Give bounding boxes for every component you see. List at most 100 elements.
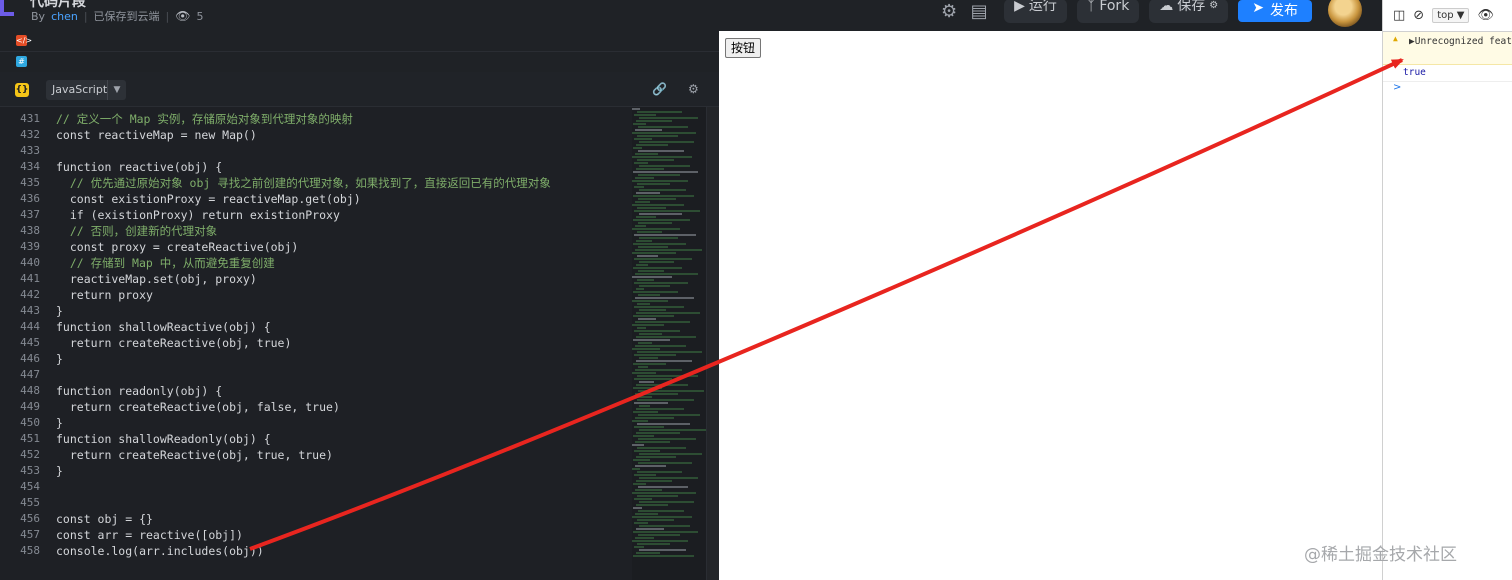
code-editor[interactable]: 431 432 433 434 435 436 437 438 439 440 441 442 443 4… xyxy=(0,107,632,580)
gear-icon[interactable]: ⚙ xyxy=(688,82,699,96)
minimap-line xyxy=(633,171,698,173)
sidebar-toggle-icon[interactable]: ◫ xyxy=(1393,8,1405,23)
warning-icon: ▲ xyxy=(1393,34,1398,43)
clear-console-icon[interactable]: ⊘ xyxy=(1413,8,1424,23)
code-line[interactable]: return proxy xyxy=(56,287,551,303)
code-lines[interactable]: // 定义一个 Map 实例，存储原始对象到代理对象的映射 const react… xyxy=(56,111,551,559)
minimap-line xyxy=(632,228,680,230)
minimap-line xyxy=(633,267,682,269)
code-line[interactable]: const existionProxy = reactiveMap.get(ob… xyxy=(56,191,551,207)
minimap-line xyxy=(638,414,700,416)
console-output: true xyxy=(1383,65,1512,82)
code-line[interactable]: function shallowReadonly(obj) { xyxy=(56,431,551,447)
code-line[interactable]: function reactive(obj) { xyxy=(56,159,551,175)
code-line[interactable]: return createReactive(obj, true) xyxy=(56,335,551,351)
code-line[interactable]: if (existionProxy) return existionProxy xyxy=(56,207,551,223)
minimap-line xyxy=(632,204,684,206)
code-line[interactable]: return createReactive(obj, true, true) xyxy=(56,447,551,463)
minimap-line xyxy=(635,513,658,515)
save-settings-icon[interactable]: ⚙ xyxy=(1209,0,1218,13)
minimap-line xyxy=(637,303,650,305)
minimap-line xyxy=(632,372,656,374)
code-line[interactable] xyxy=(56,479,551,495)
line-number: 431 xyxy=(20,112,40,125)
code-line[interactable]: // 否则，创建新的代理对象 xyxy=(56,223,551,239)
code-line[interactable]: } xyxy=(56,415,551,431)
divider: | xyxy=(83,9,88,23)
minimap-line xyxy=(635,321,690,323)
settings-gear-icon[interactable]: ⚙ xyxy=(934,1,964,22)
code-line[interactable]: const proxy = createReactive(obj) xyxy=(56,239,551,255)
code-line[interactable]: // 优先通过原始对象 obj 寻找之前创建的代理对象，如果找到了，直接返回已有… xyxy=(56,175,551,191)
code-line[interactable]: // 存储到 Map 中，从而避免重复创建 xyxy=(56,255,551,271)
minimap-line xyxy=(636,408,684,410)
line-number: 445 xyxy=(20,336,40,349)
minimap-line xyxy=(634,330,680,332)
console-prompt[interactable]: > xyxy=(1383,82,1512,93)
code-line[interactable]: const reactiveMap = new Map() xyxy=(56,127,551,143)
code-line[interactable]: reactiveMap.set(obj, proxy) xyxy=(56,271,551,287)
fork-button[interactable]: ᛉ Fork xyxy=(1076,0,1140,23)
minimap-line xyxy=(634,354,676,356)
code-line[interactable]: function shallowReactive(obj) { xyxy=(56,319,551,335)
minimap-line xyxy=(633,435,654,437)
eye-icon[interactable]: 👁 xyxy=(1477,8,1494,23)
preview-button[interactable]: 按钮 xyxy=(725,38,762,58)
avatar[interactable] xyxy=(1328,0,1362,27)
minimap-line xyxy=(633,483,646,485)
minimap-line xyxy=(635,225,646,227)
line-number: 448 xyxy=(20,384,40,397)
layout-icon[interactable]: ▤ xyxy=(964,1,994,22)
html-panel-tab[interactable]: </> xyxy=(0,31,719,52)
minimap-line xyxy=(633,555,694,557)
minimap-line xyxy=(636,336,696,338)
context-select[interactable]: top ▼ xyxy=(1432,8,1470,23)
save-button[interactable]: ☁ 保存 ⚙ xyxy=(1149,0,1229,23)
code-line[interactable]: console.log(arr.includes(obj)) xyxy=(56,543,551,559)
run-button[interactable]: ▶ 运行 xyxy=(1004,0,1067,23)
minimap-line xyxy=(635,249,702,251)
divider: | xyxy=(165,9,170,23)
minimap-line xyxy=(637,399,694,401)
code-line[interactable] xyxy=(56,143,551,159)
minimap-line xyxy=(634,234,696,236)
code-line[interactable]: } xyxy=(56,463,551,479)
code-line[interactable]: return createReactive(obj, false, true) xyxy=(56,399,551,415)
minimap-line xyxy=(633,507,642,509)
language-select[interactable]: JavaScript ▼ xyxy=(46,80,126,100)
logo[interactable] xyxy=(0,0,14,16)
code-line[interactable]: } xyxy=(56,351,551,367)
play-icon: ▶ xyxy=(1014,0,1025,14)
minimap-line xyxy=(639,381,654,383)
code-line[interactable] xyxy=(56,495,551,511)
code-line[interactable]: // 定义一个 Map 实例，存储原始对象到代理对象的映射 xyxy=(56,111,551,127)
author-link[interactable]: chen xyxy=(51,10,78,23)
minimap-line xyxy=(638,198,676,200)
minimap-line xyxy=(638,174,680,176)
minimap-line xyxy=(633,387,662,389)
code-line[interactable]: function readonly(obj) { xyxy=(56,383,551,399)
minimap-line xyxy=(639,261,674,263)
minimap-line xyxy=(633,243,686,245)
minimap[interactable] xyxy=(632,107,706,580)
minimap-line xyxy=(639,285,670,287)
line-number: 451 xyxy=(20,432,40,445)
save-status: 已保存到云端 xyxy=(93,10,160,23)
view-count: 5 xyxy=(196,9,204,23)
line-number: 446 xyxy=(20,352,40,365)
css-panel-tab[interactable]: # xyxy=(0,52,719,73)
minimap-line xyxy=(639,429,706,431)
code-line[interactable] xyxy=(56,367,551,383)
publish-button[interactable]: ➤ 发布 xyxy=(1238,0,1312,22)
minimap-line xyxy=(637,207,666,209)
line-number: 441 xyxy=(20,272,40,285)
line-number: 452 xyxy=(20,448,40,461)
console-panel: ◫ ⊘ top ▼ 👁 ▲ ▶Unrecognized feature true… xyxy=(1382,0,1512,580)
link-icon[interactable]: 🔗 xyxy=(652,82,667,96)
editor-scrollbar[interactable] xyxy=(706,107,720,580)
minimap-line xyxy=(636,288,644,290)
code-line[interactable]: } xyxy=(56,303,551,319)
code-line[interactable]: const obj = {} xyxy=(56,511,551,527)
code-line[interactable]: const arr = reactive([obj]) xyxy=(56,527,551,543)
minimap-line xyxy=(636,432,680,434)
